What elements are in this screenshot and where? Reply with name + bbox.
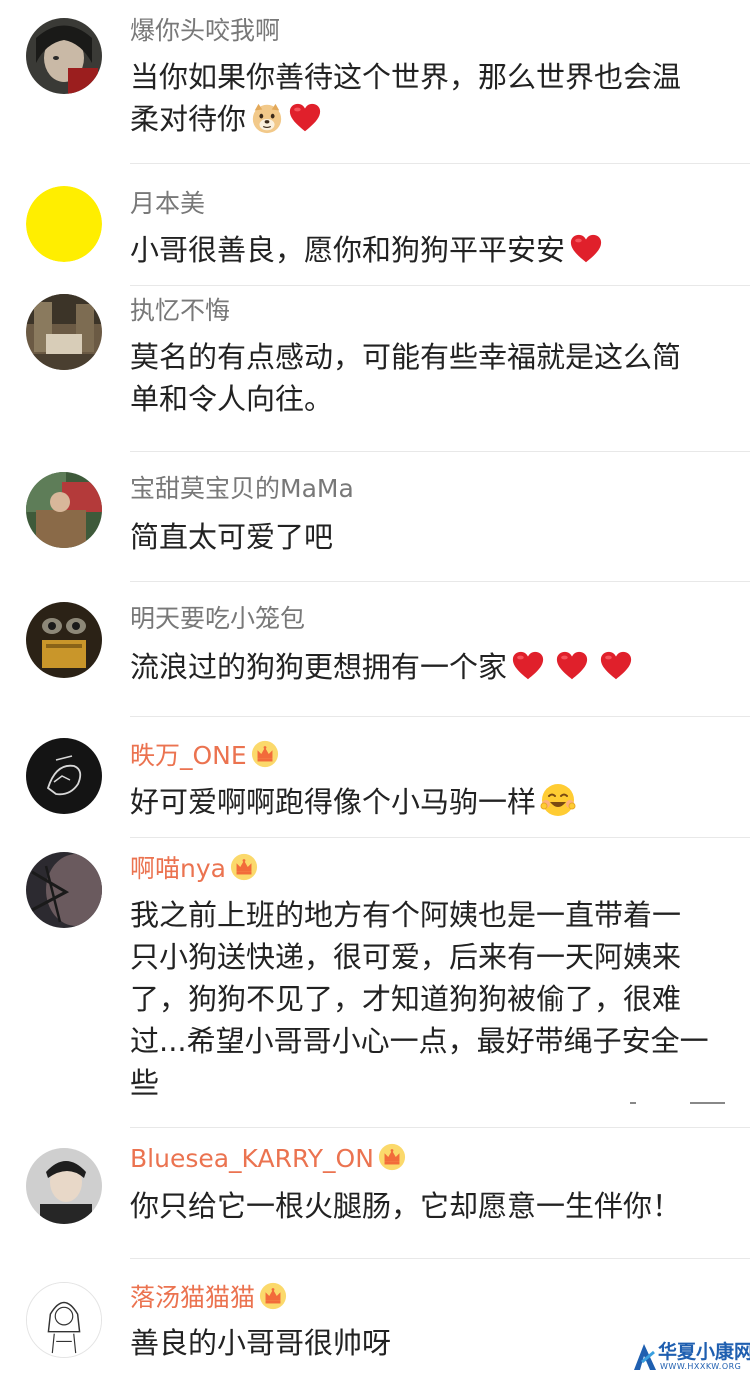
- comment-text: 小哥很善良，愿你和狗狗平平安安: [130, 229, 720, 271]
- username[interactable]: 月本美: [130, 188, 205, 220]
- comment-line: 流浪过的狗狗更想拥有一个家: [130, 646, 720, 688]
- more-icon[interactable]: [630, 1100, 725, 1106]
- avatar[interactable]: [26, 18, 102, 94]
- comment-text: 莫名的有点感动，可能有些幸福就是这么简 单和令人向往。: [130, 336, 720, 420]
- divider: [130, 837, 750, 838]
- divider: [130, 1258, 750, 1259]
- watermark-logo-icon: [634, 1344, 656, 1370]
- heart-emoji: [511, 649, 545, 683]
- comment-text: 我之前上班的地方有个阿姨也是一直带着一 只小狗送快递，很可爱，后来有一天阿姨来 …: [130, 894, 720, 1104]
- watermark: 华夏小康网 WWW.HXXKW.ORG: [632, 1340, 750, 1374]
- comment-line: 简直太可爱了吧: [130, 520, 334, 554]
- comment-line: 单和令人向往。: [130, 382, 334, 416]
- comment-line: 当你如果你善待这个世界，那么世界也会温: [130, 60, 682, 94]
- comment-text: 简直太可爱了吧: [130, 516, 720, 558]
- doge-emoji: [250, 101, 284, 135]
- vip-crown-icon: [378, 1143, 406, 1171]
- comment-line: 过...希望小哥哥小心一点，最好带绳子安全一: [130, 1024, 709, 1058]
- divider: [130, 451, 750, 452]
- comment-line: 只小狗送快递，很可爱，后来有一天阿姨来: [130, 940, 682, 974]
- vip-crown-icon: [259, 1282, 287, 1310]
- avatar[interactable]: [26, 1282, 102, 1358]
- username[interactable]: 宝甜莫宝贝的MaMa: [130, 473, 354, 505]
- comment-line: 我之前上班的地方有个阿姨也是一直带着一: [130, 898, 682, 932]
- avatar[interactable]: [26, 294, 102, 370]
- watermark-title: 华夏小康网: [658, 1341, 750, 1363]
- username[interactable]: 爆你头咬我啊: [130, 15, 280, 47]
- avatar[interactable]: [26, 1148, 102, 1224]
- divider: [130, 716, 750, 717]
- comment-text: 好可爱啊啊跑得像个小马驹一样: [130, 781, 720, 823]
- comment-line: 些: [130, 1066, 160, 1100]
- divider: [130, 163, 750, 164]
- comment-line: 好可爱啊啊跑得像个小马驹一样: [130, 781, 720, 823]
- comment-text: 流浪过的狗狗更想拥有一个家: [130, 646, 720, 688]
- username[interactable]: 明天要吃小笼包: [130, 603, 305, 635]
- heart-emoji: [599, 649, 633, 683]
- comment-line: 莫名的有点感动，可能有些幸福就是这么简: [130, 340, 682, 374]
- divider: [130, 285, 750, 286]
- divider: [130, 1127, 750, 1128]
- smile-emoji: [540, 782, 576, 818]
- avatar[interactable]: [26, 472, 102, 548]
- username[interactable]: 落汤猫猫猫: [130, 1282, 287, 1314]
- vip-crown-icon: [230, 853, 258, 881]
- username[interactable]: Bluesea_KARRY_ON: [130, 1143, 406, 1175]
- heart-emoji: [288, 101, 322, 135]
- comment-line: 你只给它一根火腿肠，它却愿意一生伴你！: [130, 1189, 682, 1223]
- avatar[interactable]: [26, 738, 102, 814]
- comment-text: 当你如果你善待这个世界，那么世界也会温 柔对待你: [130, 56, 720, 140]
- avatar[interactable]: [26, 602, 102, 678]
- comment-line: 小哥很善良，愿你和狗狗平平安安: [130, 229, 720, 271]
- avatar[interactable]: [26, 186, 102, 262]
- heart-emoji: [569, 232, 603, 266]
- watermark-url: WWW.HXXKW.ORG: [660, 1362, 742, 1371]
- avatar[interactable]: [26, 852, 102, 928]
- username[interactable]: 执忆不悔: [130, 295, 230, 327]
- comment-line: 了，狗狗不见了，才知道狗狗被偷了，很难: [130, 982, 682, 1016]
- comment-text: 你只给它一根火腿肠，它却愿意一生伴你！: [130, 1185, 720, 1227]
- comment-line: 柔对待你: [130, 98, 720, 140]
- vip-crown-icon: [251, 740, 279, 768]
- divider: [130, 581, 750, 582]
- username[interactable]: 啊喵nya: [130, 853, 258, 885]
- username[interactable]: 昳万_ONE: [130, 740, 279, 772]
- heart-emoji: [555, 649, 589, 683]
